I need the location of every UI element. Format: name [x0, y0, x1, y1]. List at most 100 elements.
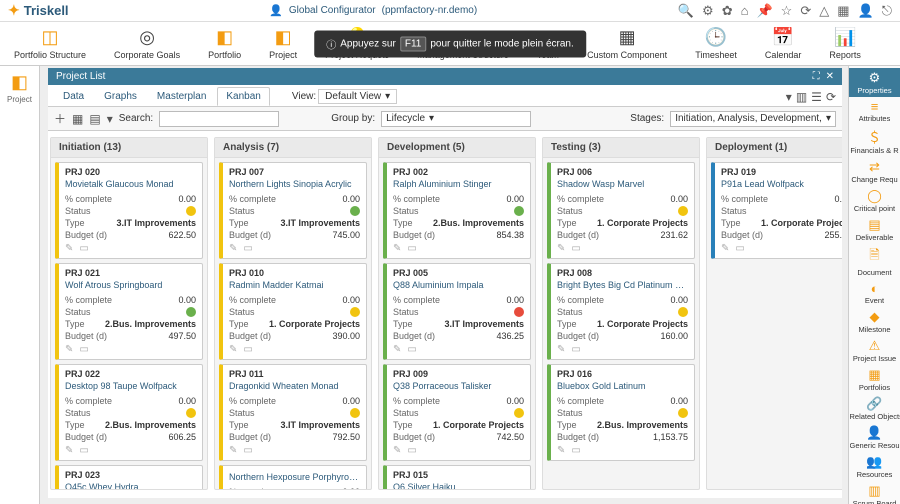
search-icon[interactable]: 🔍 [678, 3, 694, 19]
kanban-card[interactable]: PRJ 019P91a Lead Wolfpack% complete0.00S… [711, 162, 842, 259]
edit-icon[interactable]: ✎ [65, 243, 73, 254]
clock-icon[interactable]: ⟳ [800, 3, 811, 19]
kanban-card[interactable]: PRJ 022Desktop 98 Taupe Wolfpack% comple… [55, 364, 203, 461]
rail-document[interactable]: 🗎Document [849, 244, 900, 279]
edit-icon[interactable]: ✎ [393, 344, 401, 355]
comment-icon[interactable]: ▭ [243, 243, 252, 254]
kanban-card[interactable]: PRJ 005Q88 Aluminium Impala% complete0.0… [383, 263, 531, 360]
comment-icon[interactable]: ▭ [79, 243, 88, 254]
kanban-card[interactable]: PRJ 006Shadow Wasp Marvel% complete0.00S… [547, 162, 695, 259]
rail-milestone[interactable]: ◆Milestone [849, 307, 900, 336]
alert-icon[interactable]: △ [819, 3, 829, 19]
edit-icon[interactable]: ✎ [229, 243, 237, 254]
comment-icon[interactable]: ▭ [407, 243, 416, 254]
grid2-icon[interactable]: ▤ [89, 112, 100, 126]
add-icon[interactable]: ＋ [54, 110, 66, 127]
nav-portfolio[interactable]: ◧Portfolio [208, 27, 241, 60]
kanban-card[interactable]: PRJ 016Bluebox Gold Latinum% complete0.0… [547, 364, 695, 461]
comment-icon[interactable]: ▭ [407, 344, 416, 355]
edit-icon[interactable]: ✎ [557, 445, 565, 456]
rail-related-objects[interactable]: 🔗Related Objects [849, 394, 900, 423]
kanban-card[interactable]: PRJ 015Q6 Silver Haiku% complete0.00Stat… [383, 465, 531, 489]
edit-icon[interactable]: ✎ [557, 344, 565, 355]
group-select[interactable]: Lifecycle ▾ [381, 111, 531, 127]
gear-icon[interactable]: ⚙ [702, 3, 714, 19]
edit-icon[interactable]: ✎ [393, 445, 401, 456]
kanban-card[interactable]: PRJ 008Bright Bytes Big Cd Platinum Nile… [547, 263, 695, 360]
rail-deliverable[interactable]: ▤Deliverable [849, 215, 900, 244]
kanban-card[interactable]: Northern Hexposure Porphyrous Tensor% co… [219, 465, 367, 489]
rail-portfolios[interactable]: ▦Portfolios [849, 365, 900, 394]
rail-resources[interactable]: 👥Resources [849, 452, 900, 481]
comment-icon[interactable]: ▭ [571, 243, 580, 254]
comment-icon[interactable]: ▭ [571, 344, 580, 355]
close-icon[interactable]: ✕ [826, 71, 834, 82]
nav-label: Corporate Goals [114, 50, 180, 60]
nav-portfolio-structure[interactable]: ◫Portfolio Structure [14, 27, 86, 60]
comment-icon[interactable]: ▭ [407, 445, 416, 456]
maximize-icon[interactable]: ⛶ [813, 71, 820, 82]
columns-icon[interactable]: ▥ [796, 90, 807, 104]
card-id: PRJ 020 [65, 167, 196, 177]
view-select[interactable]: Default View ▾ [318, 89, 397, 104]
rail-attributes[interactable]: ≡Attributes [849, 97, 900, 125]
rail-financials-&-r[interactable]: ＄Financials & R [849, 125, 900, 157]
comment-icon[interactable]: ▭ [571, 445, 580, 456]
exit-icon[interactable]: ⎋ [882, 3, 892, 19]
comment-icon[interactable]: ▭ [243, 445, 252, 456]
tab-kanban[interactable]: Kanban [217, 87, 269, 106]
comment-icon[interactable]: ▭ [735, 243, 744, 254]
edit-icon[interactable]: ✎ [65, 344, 73, 355]
rail-scrum-board[interactable]: ▥Scrum Board [849, 481, 900, 504]
user2-icon[interactable]: 👤 [858, 3, 874, 19]
project-icon[interactable]: ◧ [11, 72, 28, 93]
kanban-card[interactable]: PRJ 007Northern Lights Sinopia Acrylic% … [219, 162, 367, 259]
kanban-card[interactable]: PRJ 002Ralph Aluminium Stinger% complete… [383, 162, 531, 259]
edit-icon[interactable]: ✎ [229, 344, 237, 355]
edit-icon[interactable]: ✎ [557, 243, 565, 254]
comment-icon[interactable]: ▭ [79, 344, 88, 355]
pin-icon[interactable]: 📌 [756, 3, 772, 19]
edit-icon[interactable]: ✎ [229, 445, 237, 456]
nav-custom-component[interactable]: ▦Custom Component [587, 27, 667, 60]
nav-timesheet[interactable]: 🕒Timesheet [695, 27, 737, 60]
edit-icon[interactable]: ✎ [721, 243, 729, 254]
nav-reports[interactable]: 📊Reports [829, 27, 861, 60]
rail-change-requ[interactable]: ⇄Change Requ [849, 157, 900, 186]
tab-masterplan[interactable]: Masterplan [148, 87, 215, 106]
chevron-down-icon[interactable]: ▾ [786, 90, 792, 104]
rail-generic-resou[interactable]: 👤Generic Resou [849, 423, 900, 452]
kanban-card[interactable]: PRJ 009Q38 Porraceous Talisker% complete… [383, 364, 531, 461]
stages-select[interactable]: Initiation, Analysis, Development, ▾ [670, 111, 836, 127]
kanban-card[interactable]: PRJ 010Radmin Madder Katmai% complete0.0… [219, 263, 367, 360]
kanban-card[interactable]: PRJ 021Wolf Atrous Springboard% complete… [55, 263, 203, 360]
kanban-card[interactable]: PRJ 023Q45c Whey Hydra% complete0.00Stat… [55, 465, 203, 489]
logo-text: Triskell [24, 3, 69, 18]
star-icon[interactable]: ✿ [722, 3, 733, 19]
logo[interactable]: ✦ Triskell [8, 2, 69, 19]
comment-icon[interactable]: ▭ [79, 445, 88, 456]
kanban-card[interactable]: PRJ 011Dragonkid Wheaten Monad% complete… [219, 364, 367, 461]
rail-properties[interactable]: ⚙Properties [849, 68, 900, 97]
rail-event[interactable]: ◐Event [849, 279, 900, 307]
home-icon[interactable]: ⌂ [741, 3, 749, 19]
nav-calendar[interactable]: 📅Calendar [765, 27, 802, 60]
more-icon[interactable]: ▾ [107, 112, 113, 126]
tab-data[interactable]: Data [54, 87, 93, 106]
rail-icon: ▥ [868, 483, 880, 499]
grid-icon[interactable]: ▦ [72, 112, 83, 126]
search-input[interactable] [159, 111, 279, 127]
star2-icon[interactable]: ☆ [781, 3, 793, 19]
refresh-icon[interactable]: ⟳ [826, 90, 836, 104]
rail-project-issue[interactable]: ⚠Project Issue [849, 336, 900, 365]
rail-critical-point[interactable]: ◯Critical point [849, 186, 900, 215]
edit-icon[interactable]: ✎ [393, 243, 401, 254]
edit-icon[interactable]: ✎ [65, 445, 73, 456]
tab-graphs[interactable]: Graphs [95, 87, 146, 106]
kanban-card[interactable]: PRJ 020Movietalk Glaucous Monad% complet… [55, 162, 203, 259]
nav-project[interactable]: ◧Project [269, 27, 297, 60]
comment-icon[interactable]: ▭ [243, 344, 252, 355]
nav-corporate-goals[interactable]: ◎Corporate Goals [114, 27, 180, 60]
list-icon[interactable]: ☰ [811, 90, 822, 104]
grid-icon[interactable]: ▦ [837, 3, 849, 19]
